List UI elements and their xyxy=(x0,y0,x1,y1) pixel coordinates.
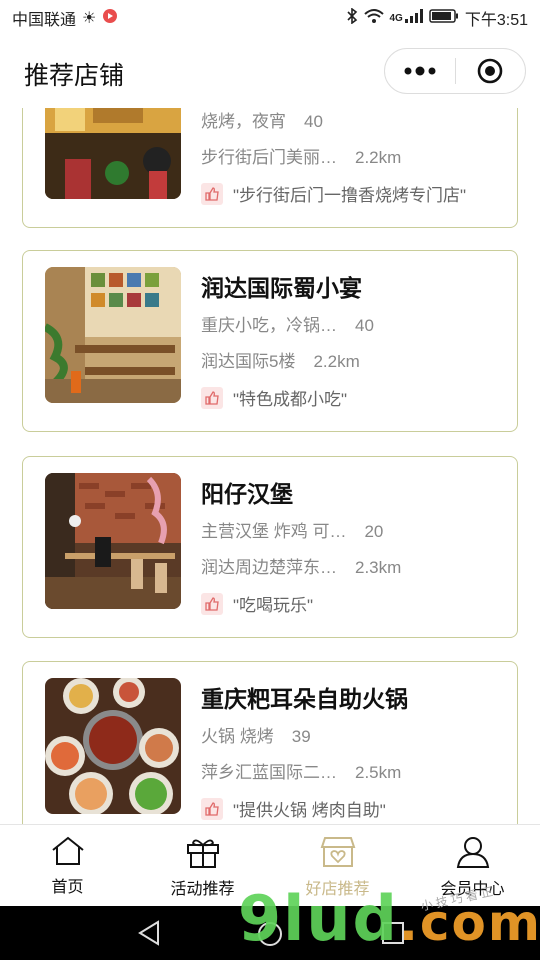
store-price: 20 xyxy=(364,522,384,541)
signal-icon xyxy=(404,8,423,28)
page-title: 推荐店铺 xyxy=(24,62,125,90)
close-miniprogram-button[interactable] xyxy=(456,58,526,84)
network-type-label: 4G xyxy=(389,12,403,24)
more-dots-icon xyxy=(404,66,436,76)
store-tags: 烧烤，夜宵 40 xyxy=(201,108,323,132)
store-distance: 2.2km xyxy=(355,148,402,167)
carrier-label: 中国联通 xyxy=(12,12,77,29)
thumbs-up-icon xyxy=(201,386,223,409)
store-recommendation: "吃喝玩乐" xyxy=(201,591,313,616)
user-icon xyxy=(456,837,489,868)
store-address-row: 步行街后门美丽… 2.2km xyxy=(201,143,401,168)
store-recommendation: "特色成都小吃" xyxy=(201,385,347,410)
store-address: 萍乡汇蓝国际二… xyxy=(201,763,337,782)
brightness-icon: ☀ xyxy=(82,10,97,27)
store-tags: 火锅 烧烤 39 xyxy=(201,722,311,747)
store-category: 重庆小吃，冷锅… xyxy=(201,316,337,335)
store-distance: 2.3km xyxy=(355,558,402,577)
status-bar: 中国联通 ☀ 4G 下午3:51 xyxy=(0,0,540,36)
store-photo xyxy=(45,108,181,199)
store-photo xyxy=(45,678,181,814)
thumbs-up-icon xyxy=(201,592,223,615)
recommend-text: "特色成都小吃" xyxy=(233,390,348,409)
tab-home[interactable]: 首页 xyxy=(0,825,135,907)
tab-label: 首页 xyxy=(51,879,84,896)
store-name: 阳仔汉堡 xyxy=(201,481,293,507)
thumbs-up-icon xyxy=(201,797,223,820)
store-recommendation: "步行街后门一撸香烧烤专门店" xyxy=(201,181,466,206)
bluetooth-icon xyxy=(346,6,358,29)
store-address-row: 润达周边楚萍东… 2.3km xyxy=(201,553,401,578)
watermark: 9lud.com xyxy=(238,882,540,955)
back-button[interactable] xyxy=(136,918,164,953)
wifi-icon xyxy=(363,8,384,29)
recommend-text: "提供火锅 烤肉自助" xyxy=(233,801,386,820)
miniprogram-capsule xyxy=(384,48,526,94)
tab-label: 活动推荐 xyxy=(170,881,235,898)
thumbs-up-icon xyxy=(201,182,223,205)
store-category: 主营汉堡 炸鸡 可… xyxy=(201,522,347,541)
gift-icon xyxy=(186,839,219,868)
store-address: 润达周边楚萍东… xyxy=(201,558,337,577)
store-card[interactable]: 重庆粑耳朵自助火锅 火锅 烧烤 39 萍乡汇蓝国际二… 2.5km "提供火锅 烤肉… xyxy=(22,661,518,824)
store-list: 烧烤，夜宵 40 步行街后门美丽… 2.2km "步行街后门一撸香烧烤专门店" 润达… xyxy=(0,108,540,824)
battery-icon xyxy=(429,8,459,28)
back-triangle-icon xyxy=(138,920,159,946)
store-photo xyxy=(45,473,181,609)
store-address-row: 润达国际5楼 2.2km xyxy=(201,347,360,372)
more-menu-button[interactable] xyxy=(385,66,455,76)
store-address: 润达国际5楼 xyxy=(201,352,296,371)
store-tags: 重庆小吃，冷锅… 40 xyxy=(201,311,374,336)
store-price: 40 xyxy=(304,112,323,131)
watermark-main: 9lud xyxy=(238,882,399,955)
store-address: 步行街后门美丽… xyxy=(201,148,337,167)
target-icon xyxy=(477,58,503,84)
store-icon xyxy=(320,837,355,867)
media-icon xyxy=(102,8,118,29)
recommend-text: "吃喝玩乐" xyxy=(233,596,314,615)
store-recommendation: "提供火锅 烤肉自助" xyxy=(201,796,386,821)
store-address-row: 萍乡汇蓝国际二… 2.5km xyxy=(201,758,401,783)
store-card[interactable]: 阳仔汉堡 主营汉堡 炸鸡 可… 20 润达周边楚萍东… 2.3km "吃喝玩乐" xyxy=(22,456,518,638)
store-tags: 主营汉堡 炸鸡 可… 20 xyxy=(201,517,383,542)
store-name: 重庆粑耳朵自助火锅 xyxy=(201,686,408,712)
page-header: 推荐店铺 xyxy=(0,36,540,108)
store-price: 40 xyxy=(355,316,374,335)
store-distance: 2.2km xyxy=(313,352,360,371)
store-price: 39 xyxy=(291,727,311,746)
store-name: 润达国际蜀小宴 xyxy=(201,275,362,301)
time-label: 下午3:51 xyxy=(464,12,528,29)
store-category: 火锅 烧烤 xyxy=(201,727,274,746)
recommend-text: "步行街后门一撸香烧烤专门店" xyxy=(233,186,467,205)
store-category: 烧烤，夜宵 xyxy=(201,112,286,131)
store-card[interactable]: 润达国际蜀小宴 重庆小吃，冷锅… 40 润达国际5楼 2.2km "特色成都小吃" xyxy=(22,250,518,432)
home-icon xyxy=(51,836,84,865)
store-distance: 2.5km xyxy=(355,763,402,782)
store-photo xyxy=(45,267,181,403)
store-card[interactable]: 烧烤，夜宵 40 步行街后门美丽… 2.2km "步行街后门一撸香烧烤专门店" xyxy=(22,108,518,228)
